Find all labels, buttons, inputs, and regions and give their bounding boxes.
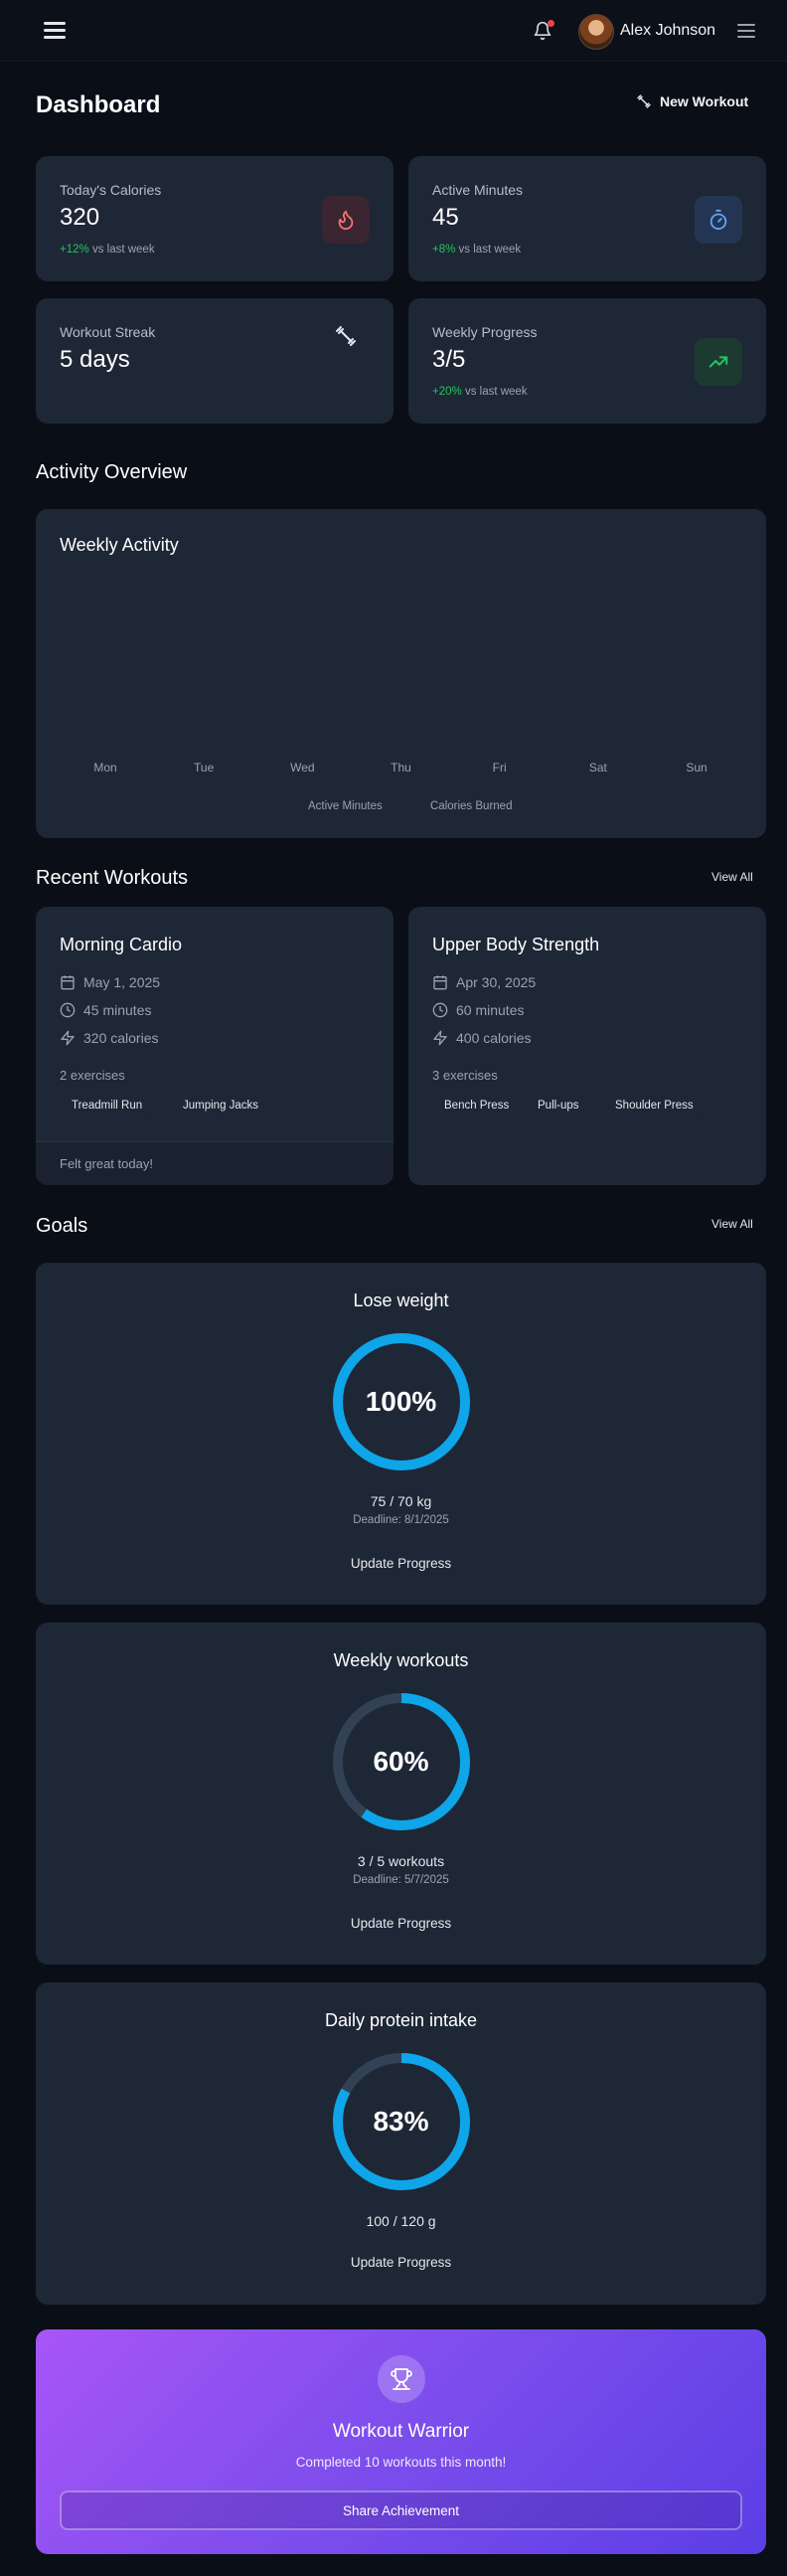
workout-name: Upper Body Strength: [432, 935, 600, 954]
view-all-goals-link[interactable]: View All: [711, 1217, 753, 1231]
goal-percent: 60%: [373, 1746, 429, 1777]
notification-dot: [548, 20, 554, 27]
goal-values: 3 / 5 workouts: [357, 1853, 445, 1869]
goal-values: 75 / 70 kg: [370, 1493, 432, 1509]
workout-card[interactable]: Morning Cardio May 1, 2025 45 minutes 32…: [36, 907, 394, 1185]
goal-percent: 100%: [365, 1386, 437, 1417]
exercise-chip: Jumping Jacks: [171, 1096, 271, 1116]
stat-value: 320: [60, 204, 100, 231]
legend-active-minutes[interactable]: Active Minutes: [308, 800, 383, 812]
view-all-workouts-link[interactable]: View All: [711, 870, 753, 884]
goal-title: Daily protein intake: [324, 2010, 478, 2030]
exercise-count: 2 exercises: [60, 1068, 125, 1083]
menu-icon[interactable]: [737, 24, 755, 38]
stat-value: 45: [432, 204, 459, 231]
workout-calories: 320 calories: [60, 1030, 159, 1046]
x-tick-label: Sat: [588, 761, 607, 774]
hamburger-icon[interactable]: [44, 22, 66, 40]
page-title: Dashboard: [36, 91, 161, 118]
goal-values: 100 / 120 g: [366, 2213, 436, 2229]
flame-icon: [322, 196, 370, 244]
new-workout-label: New Workout: [660, 93, 749, 109]
x-tick-label: Wed: [290, 761, 315, 774]
dumbbell-icon: [637, 94, 651, 108]
timer-icon: [695, 196, 742, 244]
x-tick-label: Sun: [686, 761, 708, 774]
stat-value: 5 days: [60, 346, 130, 373]
legend-calories-burned[interactable]: Calories Burned: [430, 800, 512, 812]
stat-label: Active Minutes: [432, 182, 524, 198]
share-achievement-button[interactable]: Share Achievement: [60, 2490, 742, 2530]
goal-title: Weekly workouts: [333, 1650, 469, 1670]
goals-title: Goals: [36, 1215, 88, 1237]
stat-card-weekly-progress: Weekly Progress 3/5 +20% vs last week: [408, 298, 766, 424]
stat-change: +12% vs last week: [60, 244, 155, 256]
stat-label: Today's Calories: [60, 182, 162, 198]
calendar-icon: [61, 975, 75, 990]
workout-name: Morning Cardio: [60, 935, 183, 954]
chart-title: Weekly Activity: [60, 535, 179, 555]
workout-duration: 45 minutes: [60, 1002, 151, 1018]
avatar[interactable]: [578, 14, 614, 50]
goal-percent: 83%: [373, 2106, 429, 2137]
user-name[interactable]: Alex Johnson: [620, 22, 715, 40]
lightning-icon: [433, 1030, 447, 1046]
dumbbell-icon: [322, 312, 370, 360]
workout-date: May 1, 2025: [60, 974, 160, 990]
exercise-chip: Shoulder Press: [603, 1096, 706, 1116]
stat-change: +8% vs last week: [432, 244, 522, 256]
exercise-count: 3 exercises: [432, 1068, 498, 1083]
weekly-activity-chart: Weekly Activity Mon Tue Wed Thu Fri Sat Sun Ac…: [36, 509, 766, 838]
top-bar: Alex Johnson: [0, 0, 787, 62]
exercise-chip: Pull-ups: [526, 1096, 591, 1116]
exercise-chip: Bench Press: [432, 1096, 522, 1116]
stat-label: Workout Streak: [60, 324, 156, 340]
exercise-chip: Treadmill Run: [60, 1096, 155, 1116]
workout-card[interactable]: Upper Body Strength Apr 30, 2025 60 minu…: [408, 907, 766, 1185]
workout-duration: 60 minutes: [432, 1002, 524, 1018]
update-progress-button[interactable]: Update Progress: [36, 2255, 766, 2270]
stat-label: Weekly Progress: [432, 324, 538, 340]
clock-icon: [60, 1002, 76, 1018]
goal-title: Lose weight: [353, 1290, 449, 1310]
goal-card: Daily protein intake 83% 100 / 120 g Upd…: [36, 1982, 766, 2305]
workout-notes: Felt great today!: [36, 1141, 394, 1185]
goal-card: Lose weight 100% 75 / 70 kg Deadline: 8/…: [36, 1263, 766, 1605]
x-tick-label: Fri: [492, 761, 507, 774]
trophy-icon: [378, 2355, 425, 2403]
update-progress-button[interactable]: Update Progress: [36, 1916, 766, 1931]
achievement-card: Workout Warrior Completed 10 workouts th…: [36, 2329, 766, 2554]
activity-section-title: Activity Overview: [36, 461, 188, 483]
update-progress-button[interactable]: Update Progress: [36, 1556, 766, 1571]
x-tick-label: Mon: [93, 761, 117, 774]
clock-icon: [432, 1002, 448, 1018]
new-workout-button[interactable]: New Workout: [636, 93, 748, 109]
stat-card-calories: Today's Calories 320 +12% vs last week: [36, 156, 394, 281]
lightning-icon: [61, 1030, 75, 1046]
stat-value: 3/5: [432, 346, 466, 373]
achievement-description: Completed 10 workouts this month!: [295, 2455, 507, 2470]
goal-deadline: Deadline: 5/7/2025: [353, 1874, 449, 1886]
goal-card: Weekly workouts 60% 3 / 5 workouts Deadl…: [36, 1623, 766, 1965]
workout-date: Apr 30, 2025: [432, 974, 536, 990]
goal-deadline: Deadline: 8/1/2025: [353, 1514, 449, 1526]
x-tick-label: Thu: [391, 761, 411, 774]
stat-change: +20% vs last week: [432, 386, 528, 398]
stat-card-active-minutes: Active Minutes 45 +8% vs last week: [408, 156, 766, 281]
trending-up-icon: [695, 338, 742, 386]
achievement-title: Workout Warrior: [332, 2421, 470, 2442]
x-tick-label: Tue: [194, 761, 215, 774]
stat-card-streak: Workout Streak 5 days: [36, 298, 394, 424]
calendar-icon: [433, 975, 447, 990]
workout-calories: 400 calories: [432, 1030, 532, 1046]
recent-workouts-title: Recent Workouts: [36, 867, 189, 889]
